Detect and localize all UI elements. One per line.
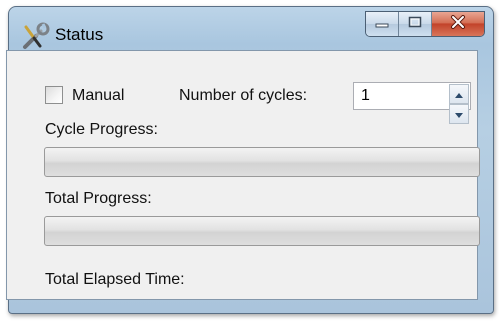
cycles-spinner: 1 (353, 82, 471, 124)
spinner-buttons (449, 84, 469, 124)
cycles-input[interactable]: 1 (361, 87, 370, 105)
cycle-progress-label: Cycle Progress: (45, 121, 158, 138)
wrench-screwdriver-icon (21, 21, 51, 51)
close-icon (450, 14, 466, 34)
total-progress-label: Total Progress: (45, 190, 152, 207)
maximize-button[interactable] (399, 12, 432, 36)
minimize-button[interactable] (366, 12, 399, 36)
manual-checkbox[interactable] (45, 86, 63, 104)
spin-down-button[interactable] (449, 104, 469, 124)
chevron-up-icon (455, 85, 463, 103)
window-title: Status (55, 25, 104, 44)
total-progress-bar (44, 216, 480, 246)
manual-label: Manual (72, 87, 125, 104)
close-button[interactable] (432, 12, 484, 36)
maximize-icon (408, 15, 422, 33)
cycle-progress-bar (44, 147, 480, 177)
elapsed-time-label: Total Elapsed Time: (45, 271, 185, 288)
chevron-down-icon (455, 105, 463, 123)
cycles-label: Number of cycles: (179, 87, 308, 104)
minimize-icon (375, 15, 389, 33)
caption-buttons (365, 11, 485, 37)
spin-up-button[interactable] (449, 84, 469, 104)
